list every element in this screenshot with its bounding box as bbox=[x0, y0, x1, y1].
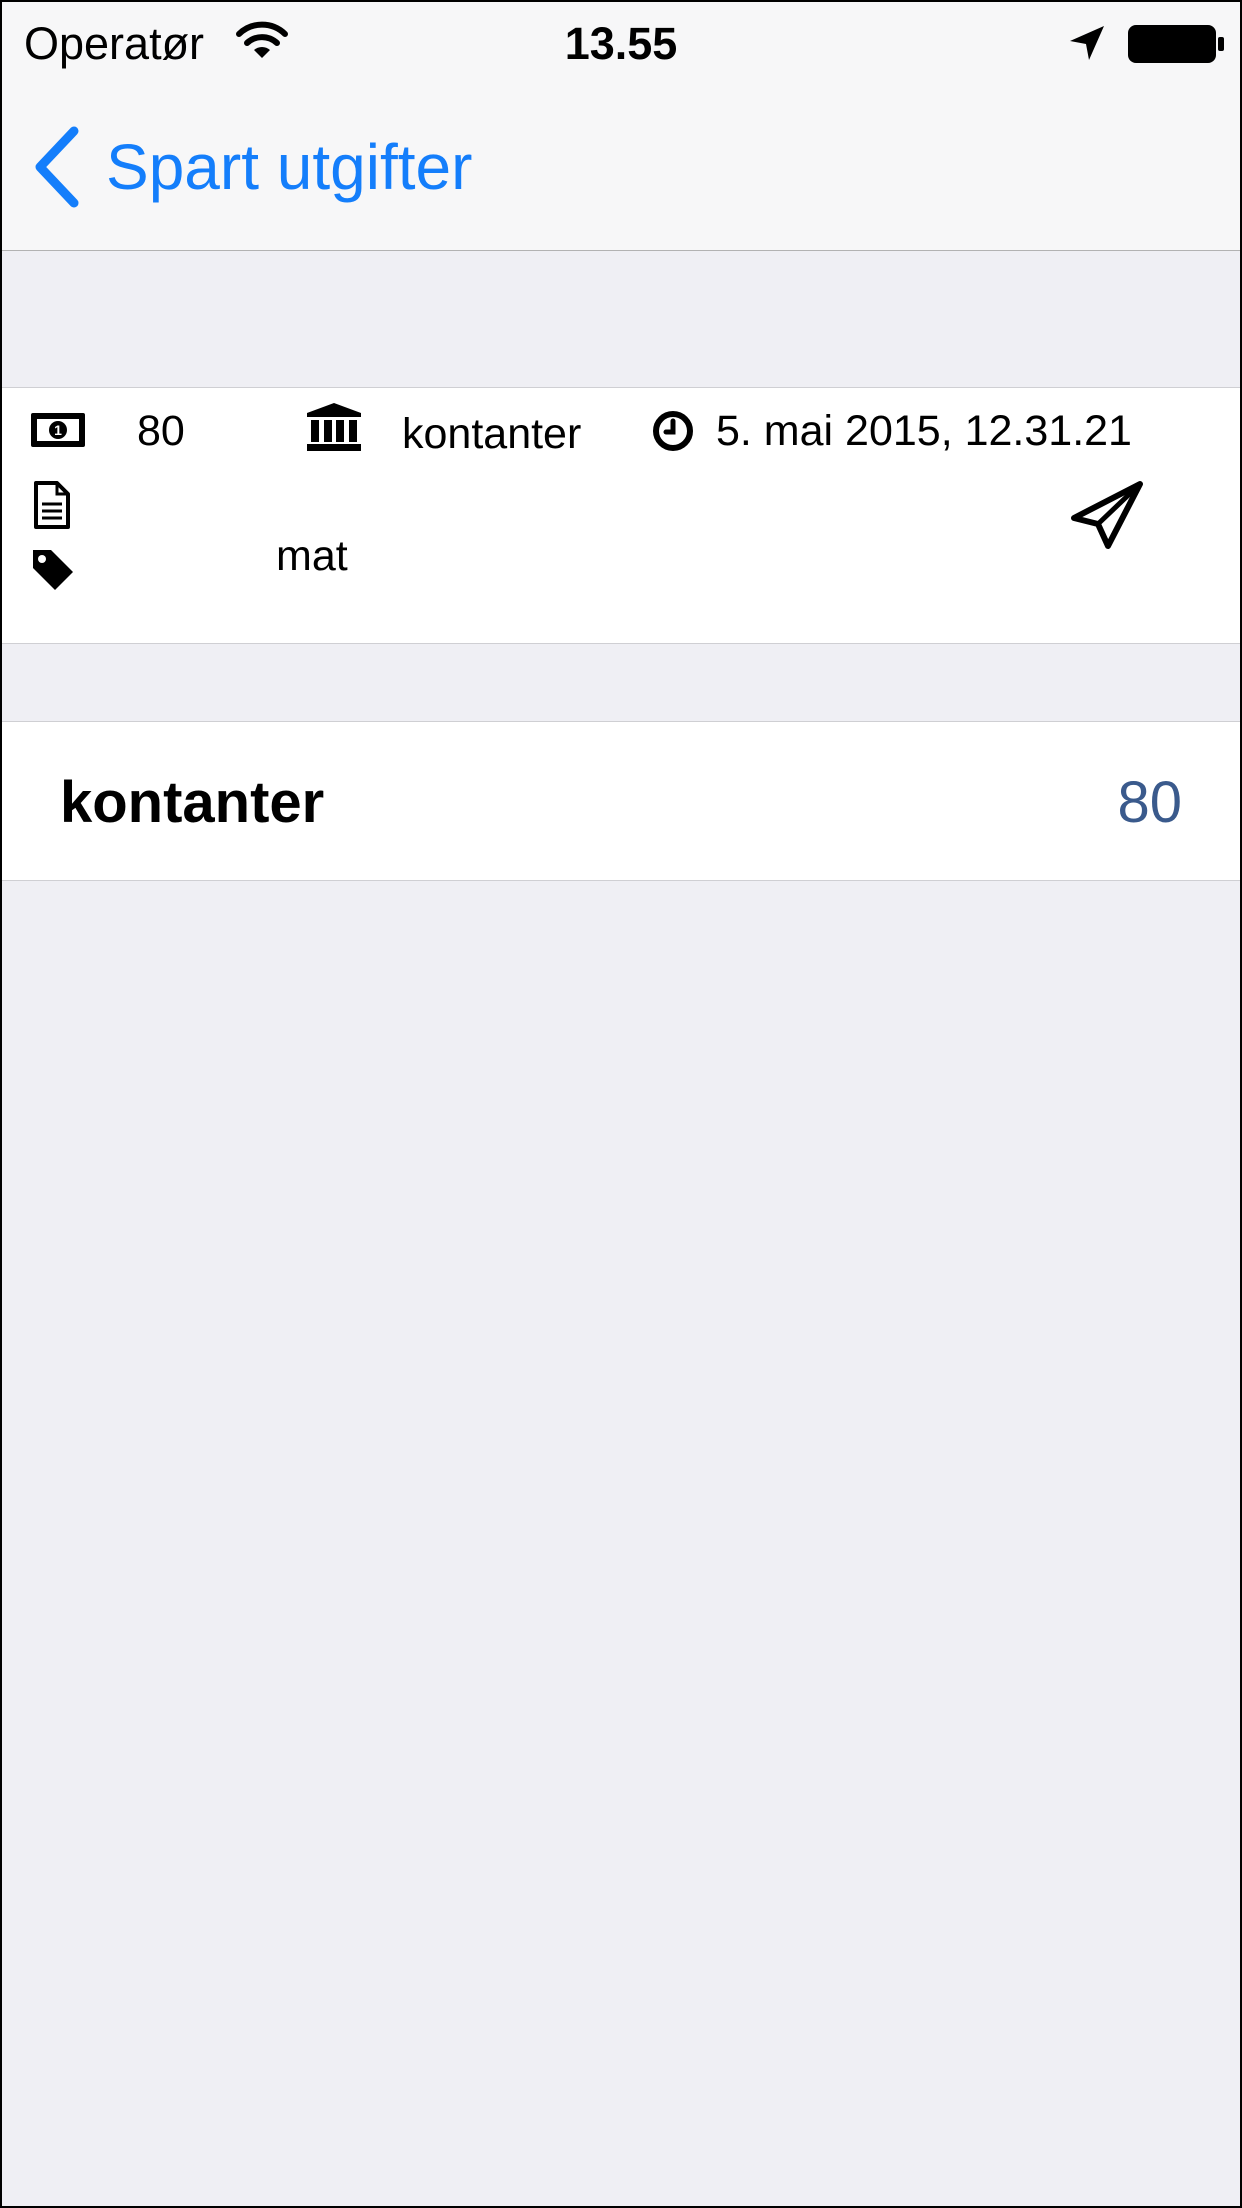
back-button[interactable]: Spart utgifter bbox=[30, 122, 472, 212]
clock-icon bbox=[653, 411, 693, 451]
account-summary-row[interactable]: kontanter 80 bbox=[2, 721, 1240, 881]
amount-value: 80 bbox=[137, 407, 185, 455]
status-bar: Operatør 13.55 bbox=[2, 2, 1240, 86]
money-bill-icon: 1 bbox=[31, 413, 85, 447]
paper-plane-icon[interactable] bbox=[1070, 480, 1144, 550]
screen: Operatør 13.55 Spart utgifter 1 80 konta… bbox=[0, 0, 1242, 2208]
navigation-bar: Spart utgifter bbox=[2, 86, 1240, 251]
summary-value: 80 bbox=[1117, 770, 1182, 835]
tag-value: mat bbox=[276, 532, 348, 580]
status-time: 13.55 bbox=[564, 18, 678, 69]
top-bar: Operatør 13.55 Spart utgifter bbox=[2, 2, 1240, 251]
transaction-row[interactable]: 1 80 kontanter 5. mai 2015, 12.31.21 mat bbox=[2, 387, 1240, 644]
datetime-value: 5. mai 2015, 12.31.21 bbox=[716, 407, 1132, 455]
account-value: kontanter bbox=[402, 410, 582, 458]
chevron-left-icon bbox=[35, 126, 79, 208]
location-arrow-icon bbox=[1070, 26, 1104, 60]
back-button-label: Spart utgifter bbox=[106, 131, 473, 203]
tag-icon bbox=[33, 550, 73, 590]
svg-text:1: 1 bbox=[54, 422, 62, 438]
summary-label: kontanter bbox=[60, 770, 325, 835]
bank-icon bbox=[307, 403, 361, 451]
document-icon bbox=[34, 481, 70, 529]
battery-icon bbox=[1128, 25, 1224, 63]
